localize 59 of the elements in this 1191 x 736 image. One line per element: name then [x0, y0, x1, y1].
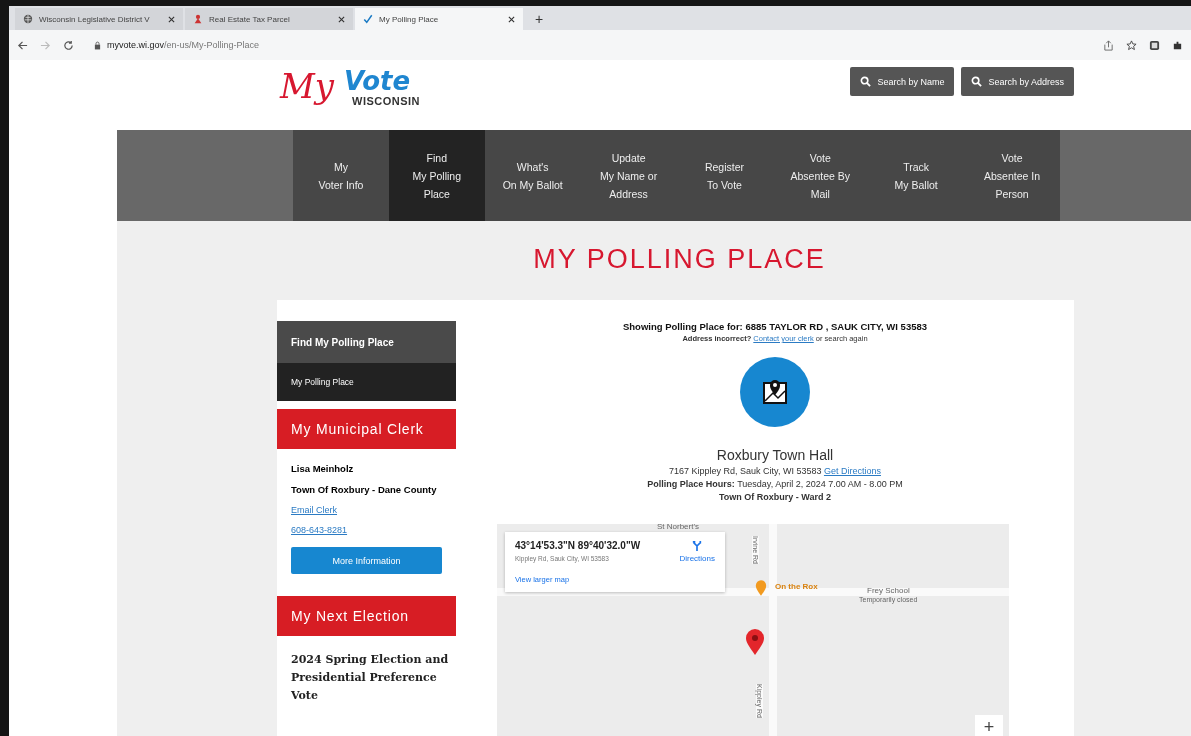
phone-link[interactable]: 608-643-8281: [291, 525, 442, 535]
close-icon[interactable]: [168, 15, 175, 23]
search-icon: [860, 76, 872, 87]
nav-item[interactable]: Register To Vote: [676, 130, 773, 221]
polling-place-address: 7167 Kippley Rd, Sauk City, WI 53583 Get Directions: [669, 466, 881, 476]
reload-icon[interactable]: [63, 39, 74, 51]
close-icon[interactable]: [338, 15, 345, 23]
back-arrow-icon[interactable]: [17, 39, 28, 51]
map-pin-icon: [740, 357, 810, 427]
nav-item[interactable]: Vote Absentee In Person: [964, 130, 1060, 221]
menu-heading: Find My Polling Place: [277, 321, 456, 363]
nav-item[interactable]: Vote Absentee By Mail: [772, 130, 869, 221]
nav-item[interactable]: What's On My Ballot: [484, 130, 581, 221]
map-coordinates: 43°14'53.3"N 89°40'32.0"W: [515, 540, 641, 551]
browser-tab[interactable]: Wisconsin Legislative District V: [15, 8, 183, 30]
search-button[interactable]: Search by Name: [850, 67, 955, 96]
tab-title: Real Estate Tax Parcel: [209, 14, 291, 24]
election-name: 2024 Spring Election and Presidential Preference Vote: [290, 652, 450, 704]
map-label: Frey School: [867, 586, 910, 595]
globe-icon: [23, 14, 33, 24]
nav-item[interactable]: My Voter Info: [293, 130, 389, 221]
menu-item[interactable]: My Polling Place: [277, 363, 456, 401]
browser-tab[interactable]: Real Estate Tax Parcel: [185, 8, 353, 30]
search-icon: [971, 76, 983, 87]
nav-item[interactable]: Track My Ballot: [868, 130, 965, 221]
tab-title: Wisconsin Legislative District V: [39, 14, 151, 24]
polling-place-name: Roxbury Town Hall: [716, 447, 834, 463]
map-label: St Norbert's: [657, 524, 699, 531]
star-icon[interactable]: [1126, 39, 1137, 51]
extension-icon[interactable]: [1149, 39, 1160, 51]
page-title: MY POLLING PLACE: [532, 244, 827, 276]
person-icon: [193, 14, 203, 24]
polling-place-hours: Polling Place Hours: Tuesday, April 2, 2024 7.00 AM - 8.00 PM: [647, 479, 903, 489]
checkmark-icon: [363, 14, 373, 24]
section-heading: My Next Election: [277, 596, 456, 636]
lock-icon: [94, 40, 101, 50]
map-label: On the Rox: [775, 582, 818, 591]
tab-title: My Polling Place: [379, 14, 440, 24]
share-icon[interactable]: [1103, 39, 1114, 51]
email-link[interactable]: Email Clerk: [291, 505, 442, 515]
directions-link[interactable]: Directions: [679, 540, 715, 563]
restaurant-marker-icon: [755, 579, 767, 597]
zoom-in-button[interactable]: +: [975, 715, 1003, 736]
new-tab-button[interactable]: +: [525, 8, 554, 30]
showing-address: Showing Polling Place for: 6885 TAYLOR RD , SAUK CITY, WI 53583: [622, 321, 928, 332]
clerk-municipality: Town Of Roxbury - Dane County: [291, 484, 438, 495]
more-information-button[interactable]: More Information: [291, 547, 442, 574]
clerk-name: Lisa Meinholz: [291, 463, 355, 474]
directions-arrow-icon: [692, 540, 703, 552]
section-heading: My Municipal Clerk: [277, 409, 456, 449]
map-marker-icon: [745, 628, 765, 656]
search-button[interactable]: Search by Address: [961, 67, 1074, 96]
browser-tab[interactable]: My Polling Place: [355, 8, 523, 30]
nav-item[interactable]: Update My Name or Address: [580, 130, 677, 221]
close-icon[interactable]: [508, 15, 515, 23]
ward-label: Town Of Roxbury - Ward 2: [719, 492, 831, 502]
url-field[interactable]: myvote.wi.gov/en-us/My-Polling-Place: [107, 40, 260, 50]
nav-item[interactable]: Find My Polling Place: [388, 130, 485, 221]
get-directions-link[interactable]: Get Directions: [823, 466, 881, 476]
